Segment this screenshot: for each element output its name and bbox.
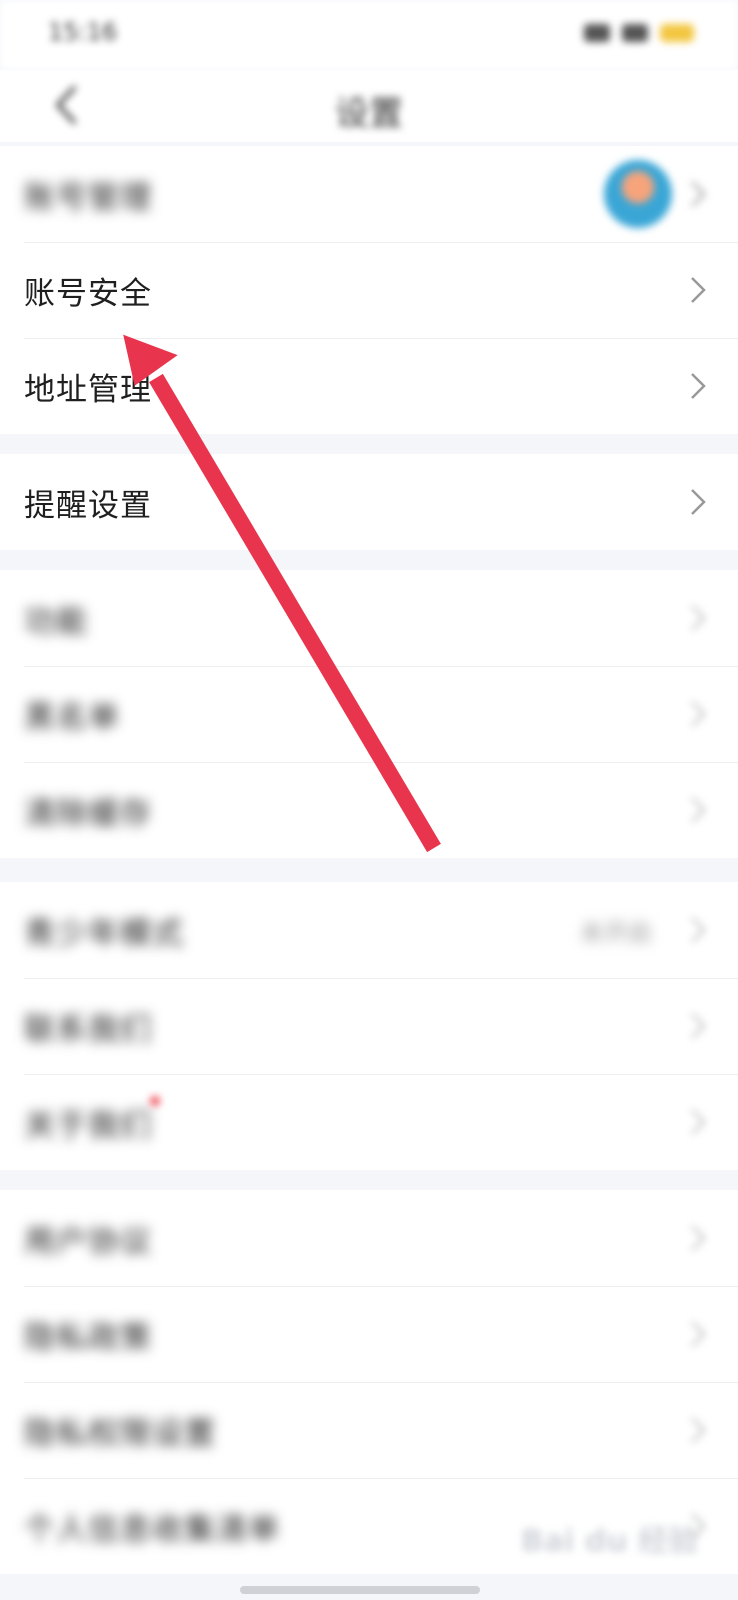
settings-row-privacy-policy[interactable]: 隐私政策 <box>0 1286 738 1382</box>
row-label: 隐私权限设置 <box>24 1415 216 1452</box>
chevron-right-icon <box>691 1417 706 1443</box>
row-label: 联系我们 <box>24 1011 152 1048</box>
settings-row-blacklist[interactable]: 黑名单 <box>0 666 738 762</box>
page-title: 设置 <box>335 94 403 134</box>
settings-row-teen-mode[interactable]: 青少年模式 未开启 <box>0 882 738 978</box>
chevron-right-icon <box>691 605 706 631</box>
chevron-right-icon <box>691 797 706 823</box>
row-label: 提醒设置 <box>24 487 152 524</box>
row-label: 清除缓存 <box>24 795 152 832</box>
chevron-right-icon <box>691 277 706 303</box>
chevron-right-icon <box>691 1225 706 1251</box>
status-time: 15:16 <box>48 18 118 46</box>
status-icons <box>584 20 694 46</box>
settings-row-account-security[interactable]: 账号安全 <box>0 242 738 338</box>
row-label: 关于我们 <box>24 1107 152 1144</box>
row-label: 个人信息收集清单 <box>24 1511 280 1548</box>
row-value: 未开启 <box>580 918 652 947</box>
chevron-right-icon <box>691 373 706 399</box>
wifi-icon <box>584 24 610 42</box>
battery-icon <box>660 24 694 42</box>
chevron-right-icon <box>691 917 706 943</box>
settings-row-address-management[interactable]: 地址管理 <box>0 338 738 434</box>
row-label: 隐私政策 <box>24 1319 152 1356</box>
settings-group-about: 青少年模式 未开启 联系我们 关于我们 <box>0 882 738 1170</box>
avatar <box>604 160 672 228</box>
settings-group-features: 功能 黑名单 清除缓存 <box>0 570 738 858</box>
settings-group-account: 账号管理 账号安全 地址管理 <box>0 146 738 434</box>
row-label: 用户协议 <box>24 1223 152 1260</box>
settings-row-contact-us[interactable]: 联系我们 <box>0 978 738 1074</box>
signal-icon <box>622 24 648 42</box>
row-label: 账号安全 <box>24 275 152 312</box>
settings-row-account-management[interactable]: 账号管理 <box>0 146 738 242</box>
chevron-right-icon <box>691 1321 706 1347</box>
row-label: 地址管理 <box>24 371 152 408</box>
settings-row-clear-cache[interactable]: 清除缓存 <box>0 762 738 858</box>
settings-group-reminder: 提醒设置 <box>0 454 738 550</box>
notification-dot <box>150 1096 160 1106</box>
chevron-right-icon <box>691 1109 706 1135</box>
settings-row-user-agreement[interactable]: 用户协议 <box>0 1190 738 1286</box>
settings-row-privacy-permissions[interactable]: 隐私权限设置 <box>0 1382 738 1478</box>
status-bar: 15:16 <box>0 0 738 70</box>
chevron-right-icon <box>691 489 706 515</box>
chevron-right-icon <box>691 701 706 727</box>
settings-row-features[interactable]: 功能 <box>0 570 738 666</box>
row-label: 黑名单 <box>24 699 120 736</box>
chevron-right-icon <box>691 181 706 207</box>
home-indicator <box>240 1586 480 1594</box>
watermark: Bai du 经验 <box>520 1524 698 1559</box>
settings-row-about-us[interactable]: 关于我们 <box>0 1074 738 1170</box>
nav-bar: 设置 <box>0 70 738 142</box>
chevron-right-icon <box>691 1013 706 1039</box>
row-label: 青少年模式 <box>24 915 184 952</box>
settings-row-reminder-settings[interactable]: 提醒设置 <box>0 454 738 550</box>
row-label: 功能 <box>24 603 88 640</box>
row-label: 账号管理 <box>24 179 152 216</box>
